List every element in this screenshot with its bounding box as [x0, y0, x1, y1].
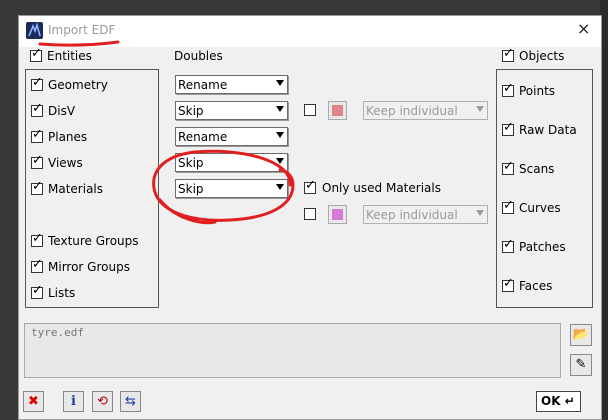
info-button[interactable]: i — [63, 391, 84, 412]
ok-label: OK — [541, 394, 561, 408]
select-value: Keep individual — [366, 104, 458, 118]
select-value: Skip — [178, 182, 204, 196]
edit-file-button[interactable]: ✎ — [570, 354, 592, 376]
mirror-groups-label: Mirror Groups — [48, 260, 130, 274]
title-bar: Import EDF × — [19, 16, 601, 47]
materials-color-checkbox[interactable] — [304, 208, 316, 220]
enter-icon: ↵ — [564, 394, 575, 408]
lists-checkbox[interactable]: ✓ — [31, 284, 43, 299]
disv-keep-select[interactable]: Keep individual — [363, 101, 488, 120]
cancel-x-icon: ✖ — [28, 394, 39, 409]
select-value: Keep individual — [366, 208, 458, 222]
doubles-header: Doubles — [174, 49, 223, 63]
points-label: Points — [519, 84, 556, 98]
only-used-materials-label: Only used Materials — [322, 181, 441, 195]
entities-checkbox[interactable]: ✓ — [30, 47, 42, 62]
faces-checkbox[interactable]: ✓ — [502, 277, 514, 292]
folder-open-icon: 📂 — [572, 327, 590, 342]
objects-group: ✓ Points ✓ Raw Data ✓ Scans ✓ Curves ✓ P… — [496, 69, 593, 308]
curves-label: Curves — [519, 201, 561, 215]
geometry-checkbox[interactable]: ✓ — [31, 76, 43, 91]
geometry-doubles-select[interactable]: Rename — [175, 75, 288, 94]
entities-group: ✓ Geometry ✓ DisV ✓ Planes ✓ Views ✓ Mat… — [25, 69, 159, 308]
objects-header: Objects — [519, 49, 565, 63]
scans-label: Scans — [519, 162, 555, 176]
patches-checkbox[interactable]: ✓ — [502, 238, 514, 253]
select-value: Rename — [178, 130, 228, 144]
disv-label: DisV — [48, 104, 76, 118]
planes-doubles-select[interactable]: Rename — [175, 127, 288, 146]
select-value: Skip — [178, 156, 204, 170]
raw-data-label: Raw Data — [519, 123, 577, 137]
info-icon: i — [71, 394, 76, 409]
views-doubles-select[interactable]: Skip — [175, 153, 288, 172]
materials-color-swatch[interactable] — [328, 205, 347, 224]
curves-checkbox[interactable]: ✓ — [502, 199, 514, 214]
materials-keep-select[interactable]: Keep individual — [363, 205, 488, 224]
dropdown-arrow-icon — [276, 158, 284, 164]
scans-checkbox[interactable]: ✓ — [502, 160, 514, 175]
only-used-materials-checkbox[interactable]: ✓ — [304, 179, 316, 194]
reset-icon: ⟲ — [97, 394, 108, 409]
dropdown-arrow-icon — [276, 184, 284, 190]
objects-checkbox[interactable]: ✓ — [502, 47, 514, 62]
open-folder-button[interactable]: 📂 — [570, 324, 592, 346]
dropdown-arrow-icon — [476, 210, 484, 216]
faces-label: Faces — [519, 279, 553, 293]
points-checkbox[interactable]: ✓ — [502, 82, 514, 97]
texture-groups-checkbox[interactable]: ✓ — [31, 232, 43, 247]
materials-checkbox[interactable]: ✓ — [31, 180, 43, 195]
materials-doubles-select[interactable]: Skip — [175, 179, 288, 198]
planes-checkbox[interactable]: ✓ — [31, 128, 43, 143]
color-chip — [332, 105, 343, 116]
reset-button[interactable]: ⟲ — [92, 391, 113, 412]
raw-data-checkbox[interactable]: ✓ — [502, 121, 514, 136]
cancel-button[interactable]: ✖ — [23, 391, 44, 412]
lists-label: Lists — [48, 286, 76, 300]
texture-groups-label: Texture Groups — [48, 234, 139, 248]
app-logo-icon — [26, 22, 43, 39]
file-name-field[interactable]: tyre.edf — [24, 323, 561, 378]
dropdown-arrow-icon — [476, 106, 484, 112]
planes-label: Planes — [48, 130, 88, 144]
color-chip — [332, 209, 343, 220]
views-checkbox[interactable]: ✓ — [31, 154, 43, 169]
disv-color-checkbox[interactable] — [304, 104, 316, 116]
dropdown-arrow-icon — [276, 106, 284, 112]
disv-checkbox[interactable]: ✓ — [31, 102, 43, 117]
window-title: Import EDF — [48, 23, 116, 37]
select-value: Rename — [178, 78, 228, 92]
layout-button[interactable]: ⇆ — [120, 391, 141, 412]
close-icon[interactable]: × — [577, 19, 590, 38]
import-edf-dialog: Import EDF × ✓ Entities Doubles ✓ Object… — [18, 15, 602, 420]
disv-doubles-select[interactable]: Skip — [175, 101, 288, 120]
patches-label: Patches — [519, 240, 566, 254]
background-top — [0, 0, 608, 14]
edit-icon: ✎ — [575, 357, 587, 372]
ok-button[interactable]: OK ↵ — [536, 391, 581, 412]
disv-color-swatch[interactable] — [328, 101, 347, 120]
select-value: Skip — [178, 104, 204, 118]
layout-icon: ⇆ — [125, 394, 136, 409]
entities-header: Entities — [47, 49, 92, 63]
mirror-groups-checkbox[interactable]: ✓ — [31, 258, 43, 273]
dropdown-arrow-icon — [276, 80, 284, 86]
views-label: Views — [48, 156, 83, 170]
dropdown-arrow-icon — [276, 132, 284, 138]
file-name-text: tyre.edf — [31, 326, 84, 339]
materials-label: Materials — [48, 182, 104, 196]
geometry-label: Geometry — [48, 78, 108, 92]
